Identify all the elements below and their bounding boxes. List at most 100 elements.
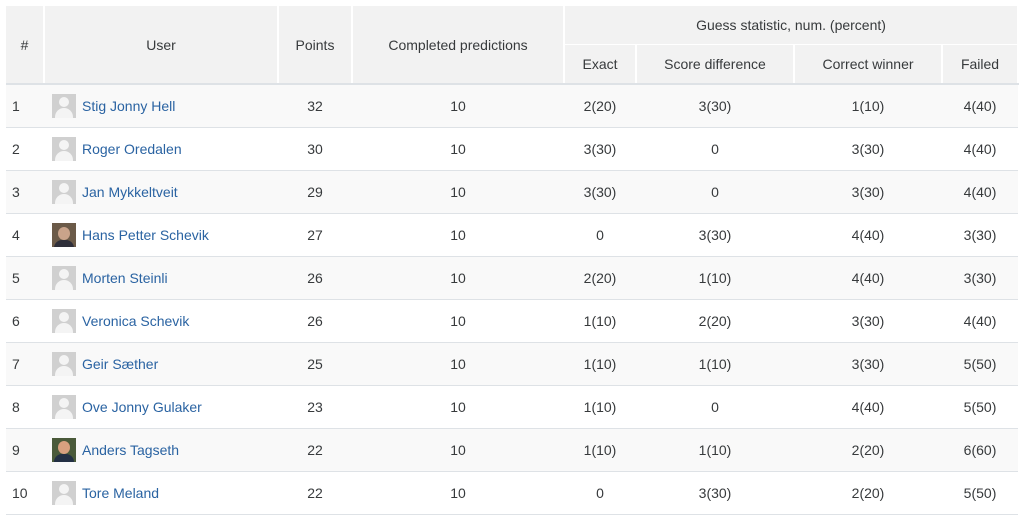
- user-profile-link[interactable]: Morten Steinli: [82, 270, 168, 286]
- score-difference-header: Score difference: [636, 44, 795, 85]
- user-cell: Ove Jonny Gulaker: [44, 385, 278, 429]
- user-photo-avatar[interactable]: [52, 438, 76, 462]
- correct-winner-cell: 2(20): [794, 471, 942, 515]
- failed-cell: 4(40): [942, 127, 1019, 171]
- rank-cell: 5: [6, 256, 44, 300]
- completed-predictions-cell: 10: [352, 127, 564, 171]
- completed-predictions-cell: 10: [352, 299, 564, 343]
- user-profile-link[interactable]: Anders Tagseth: [82, 442, 179, 458]
- failed-cell: 5(50): [942, 342, 1019, 386]
- failed-cell: 4(40): [942, 299, 1019, 343]
- completed-predictions-cell: 10: [352, 428, 564, 472]
- user-profile-link[interactable]: Veronica Schevik: [82, 313, 189, 329]
- table-row: 4 Hans Petter Schevik 27 10 0 3(30) 4(40) 3(30): [6, 213, 1019, 257]
- exact-cell: 1(10): [564, 385, 636, 429]
- user-profile-link[interactable]: Stig Jonny Hell: [82, 98, 175, 114]
- user-cell: Veronica Schevik: [44, 299, 278, 343]
- completed-predictions-cell: 10: [352, 342, 564, 386]
- points-cell: 32: [278, 83, 352, 128]
- exact-header: Exact: [564, 44, 637, 85]
- table-row: 10 Tore Meland 22 10 0 3(30) 2(20) 5(50): [6, 471, 1019, 515]
- exact-cell: 0: [564, 213, 636, 257]
- points-cell: 29: [278, 170, 352, 214]
- score-difference-cell: 1(10): [636, 342, 794, 386]
- default-avatar-icon[interactable]: [52, 309, 76, 333]
- user-cell: Hans Petter Schevik: [44, 213, 278, 257]
- user-cell: Anders Tagseth: [44, 428, 278, 472]
- default-avatar-icon[interactable]: [52, 180, 76, 204]
- score-difference-cell: 0: [636, 127, 794, 171]
- score-difference-cell: 1(10): [636, 428, 794, 472]
- exact-cell: 1(10): [564, 299, 636, 343]
- failed-cell: 6(60): [942, 428, 1019, 472]
- score-difference-cell: 3(30): [636, 213, 794, 257]
- default-avatar-icon[interactable]: [52, 481, 76, 505]
- table-body: 1 Stig Jonny Hell 32 10 2(20) 3(30) 1(10) 4(40)…: [6, 83, 1019, 515]
- score-difference-cell: 1(10): [636, 256, 794, 300]
- rank-cell: 9: [6, 428, 44, 472]
- exact-cell: 3(30): [564, 127, 636, 171]
- user-cell: Roger Oredalen: [44, 127, 278, 171]
- default-avatar-icon[interactable]: [52, 137, 76, 161]
- default-avatar-icon[interactable]: [52, 395, 76, 419]
- correct-winner-cell: 3(30): [794, 170, 942, 214]
- rank-cell: 4: [6, 213, 44, 257]
- failed-cell: 3(30): [942, 213, 1019, 257]
- failed-cell: 4(40): [942, 83, 1019, 128]
- points-cell: 30: [278, 127, 352, 171]
- table-row: 6 Veronica Schevik 26 10 1(10) 2(20) 3(30) 4(40…: [6, 299, 1019, 343]
- points-cell: 23: [278, 385, 352, 429]
- user-profile-link[interactable]: Jan Mykkeltveit: [82, 184, 178, 200]
- points-cell: 22: [278, 428, 352, 472]
- correct-winner-cell: 1(10): [794, 83, 942, 128]
- user-profile-link[interactable]: Geir Sæther: [82, 356, 158, 372]
- failed-header: Failed: [942, 44, 1020, 85]
- rank-cell: 1: [6, 83, 44, 128]
- table-row: 7 Geir Sæther 25 10 1(10) 1(10) 3(30) 5(50): [6, 342, 1019, 386]
- user-profile-link[interactable]: Hans Petter Schevik: [82, 227, 209, 243]
- points-cell: 26: [278, 299, 352, 343]
- user-cell: Tore Meland: [44, 471, 278, 515]
- user-photo-avatar[interactable]: [52, 223, 76, 247]
- table-row: 1 Stig Jonny Hell 32 10 2(20) 3(30) 1(10) 4(40): [6, 83, 1019, 128]
- score-difference-cell: 3(30): [636, 83, 794, 128]
- completed-predictions-header: Completed predictions: [352, 6, 565, 85]
- user-cell: Morten Steinli: [44, 256, 278, 300]
- correct-winner-cell: 3(30): [794, 299, 942, 343]
- points-header: Points: [278, 6, 353, 85]
- correct-winner-cell: 4(40): [794, 385, 942, 429]
- points-cell: 25: [278, 342, 352, 386]
- exact-cell: 0: [564, 471, 636, 515]
- user-profile-link[interactable]: Tore Meland: [82, 485, 159, 501]
- correct-winner-cell: 2(20): [794, 428, 942, 472]
- exact-cell: 1(10): [564, 342, 636, 386]
- table-row: 5 Morten Steinli 26 10 2(20) 1(10) 4(40) 3(30): [6, 256, 1019, 300]
- table-row: 2 Roger Oredalen 30 10 3(30) 0 3(30) 4(40): [6, 127, 1019, 171]
- exact-cell: 2(20): [564, 256, 636, 300]
- points-cell: 27: [278, 213, 352, 257]
- guess-statistic-header: Guess statistic, num. (percent): [564, 6, 1020, 45]
- failed-cell: 5(50): [942, 385, 1019, 429]
- user-profile-link[interactable]: Roger Oredalen: [82, 141, 182, 157]
- default-avatar-icon[interactable]: [52, 266, 76, 290]
- completed-predictions-cell: 10: [352, 170, 564, 214]
- leaderboard-table: # User Points Completed predictions Gues…: [6, 6, 1020, 515]
- failed-cell: 3(30): [942, 256, 1019, 300]
- completed-predictions-cell: 10: [352, 213, 564, 257]
- score-difference-cell: 2(20): [636, 299, 794, 343]
- completed-predictions-cell: 10: [352, 471, 564, 515]
- rank-header: #: [6, 6, 45, 85]
- table-row: 3 Jan Mykkeltveit 29 10 3(30) 0 3(30) 4(40): [6, 170, 1019, 214]
- exact-cell: 3(30): [564, 170, 636, 214]
- rank-cell: 6: [6, 299, 44, 343]
- completed-predictions-cell: 10: [352, 385, 564, 429]
- points-cell: 26: [278, 256, 352, 300]
- rank-cell: 2: [6, 127, 44, 171]
- user-profile-link[interactable]: Ove Jonny Gulaker: [82, 399, 202, 415]
- user-cell: Jan Mykkeltveit: [44, 170, 278, 214]
- table-header: # User Points Completed predictions Gues…: [6, 6, 1020, 85]
- default-avatar-icon[interactable]: [52, 352, 76, 376]
- default-avatar-icon[interactable]: [52, 94, 76, 118]
- user-cell: Stig Jonny Hell: [44, 83, 278, 128]
- correct-winner-header: Correct winner: [794, 44, 943, 85]
